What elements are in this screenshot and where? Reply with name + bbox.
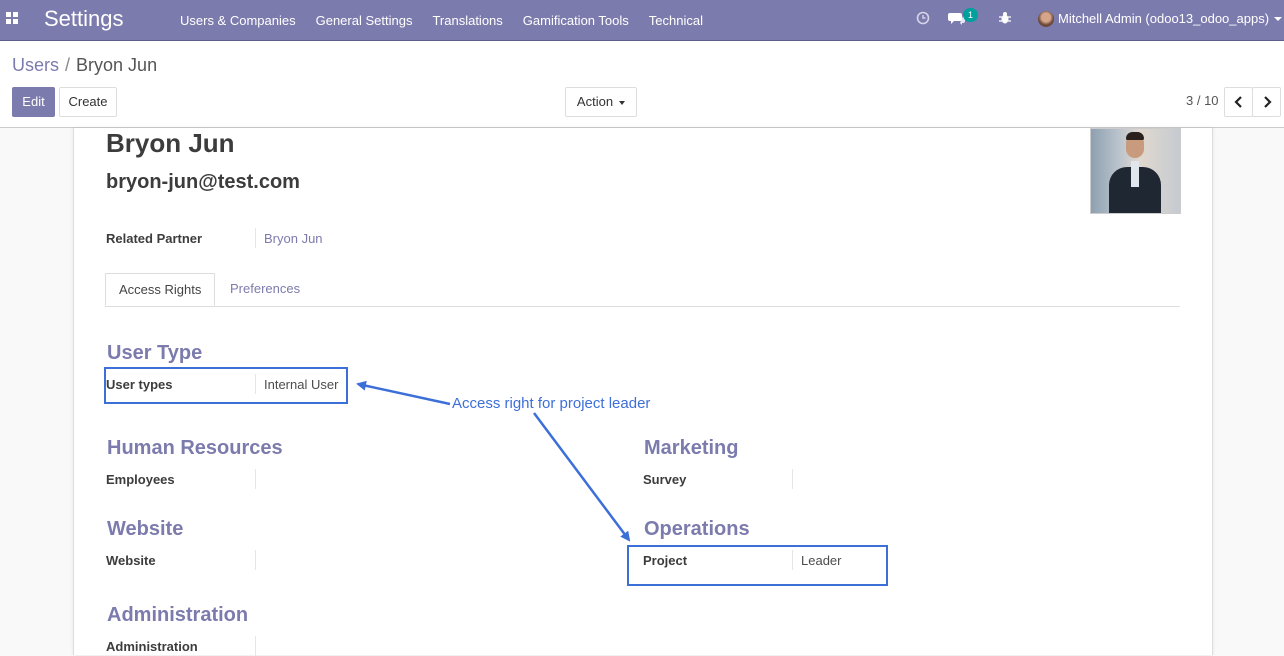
breadcrumb-current: Bryon Jun bbox=[76, 55, 158, 75]
employees-label: Employees bbox=[106, 472, 175, 487]
annotation-text: Access right for project leader bbox=[452, 395, 651, 412]
tab-preferences[interactable]: Preferences bbox=[217, 273, 313, 306]
bug-icon[interactable] bbox=[998, 11, 1012, 25]
main-menu: Users & Companies General Settings Trans… bbox=[180, 0, 723, 40]
user-avatar[interactable] bbox=[1038, 11, 1054, 27]
field-divider bbox=[255, 636, 256, 656]
group-human-resources-title: Human Resources bbox=[107, 437, 283, 459]
group-website-title: Website bbox=[107, 518, 184, 540]
chevron-right-icon bbox=[1263, 96, 1272, 108]
top-navbar: Settings Users & Companies General Setti… bbox=[0, 0, 1284, 41]
user-photo[interactable] bbox=[1090, 128, 1181, 214]
apps-grid-icon[interactable] bbox=[6, 12, 20, 26]
tab-access-rights[interactable]: Access Rights bbox=[105, 273, 216, 306]
menu-technical[interactable]: Technical bbox=[649, 13, 703, 28]
edit-button[interactable]: Edit bbox=[12, 87, 55, 117]
caret-down-icon bbox=[619, 100, 626, 105]
menu-translations[interactable]: Translations bbox=[432, 13, 502, 28]
create-button[interactable]: Create bbox=[59, 87, 117, 117]
chevron-left-icon bbox=[1233, 96, 1242, 108]
related-partner-label: Related Partner bbox=[106, 231, 203, 246]
breadcrumb-separator: / bbox=[65, 55, 71, 75]
app-brand[interactable]: Settings bbox=[44, 6, 124, 32]
control-panel: Users / Bryon Jun Edit Create Action 3 / 1… bbox=[0, 41, 1284, 128]
group-administration-title: Administration bbox=[107, 604, 249, 626]
action-label: Action bbox=[576, 94, 614, 109]
highlight-project-leader-box bbox=[627, 545, 888, 586]
highlight-user-types-box bbox=[104, 367, 348, 404]
user-menu-caret-icon[interactable] bbox=[1274, 17, 1282, 21]
menu-gamification-tools[interactable]: Gamification Tools bbox=[523, 13, 629, 28]
pager-next-button[interactable] bbox=[1252, 87, 1281, 117]
group-marketing-title: Marketing bbox=[644, 437, 739, 459]
field-divider bbox=[255, 228, 256, 248]
pager-value[interactable]: 3 / 10 bbox=[1186, 93, 1219, 108]
breadcrumb: Users / Bryon Jun bbox=[12, 55, 157, 76]
related-partner-link[interactable]: Bryon Jun bbox=[264, 231, 323, 246]
field-divider bbox=[255, 550, 256, 570]
breadcrumb-users[interactable]: Users bbox=[12, 55, 59, 75]
field-divider bbox=[255, 469, 256, 489]
notebook-tabs: Access Rights Preferences bbox=[105, 273, 1180, 307]
record-name: Bryon Jun bbox=[106, 128, 235, 158]
group-user-type-title: User Type bbox=[107, 342, 203, 364]
survey-label: Survey bbox=[643, 472, 687, 487]
menu-general-settings[interactable]: General Settings bbox=[316, 13, 413, 28]
menu-users-companies[interactable]: Users & Companies bbox=[180, 13, 296, 28]
clock-icon[interactable] bbox=[916, 11, 930, 25]
administration-label: Administration bbox=[106, 639, 198, 654]
pager-previous-button[interactable] bbox=[1224, 87, 1253, 117]
action-dropdown-button[interactable]: Action bbox=[565, 87, 637, 117]
website-label: Website bbox=[106, 553, 156, 568]
chat-badge: 1 bbox=[963, 8, 978, 22]
field-divider bbox=[792, 469, 793, 489]
record-email: bryon-jun@test.com bbox=[106, 171, 300, 193]
group-operations-title: Operations bbox=[644, 518, 750, 540]
user-menu[interactable]: Mitchell Admin (odoo13_odoo_apps) bbox=[1058, 11, 1269, 26]
